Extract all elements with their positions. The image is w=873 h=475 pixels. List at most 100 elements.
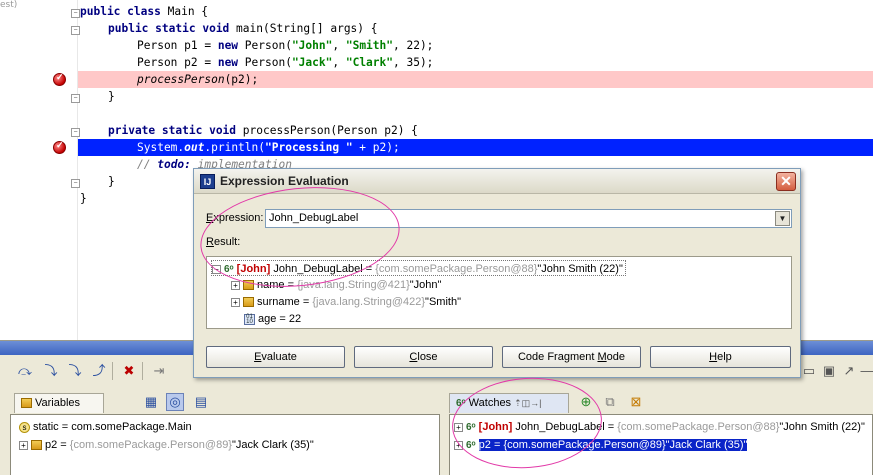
button-label: lose bbox=[417, 351, 438, 363]
watch-name: John_DebugLabel = bbox=[515, 421, 618, 433]
label-text: xpression: bbox=[213, 212, 264, 224]
code-token: static bbox=[161, 124, 203, 137]
toolbar-separator bbox=[112, 362, 113, 380]
glasses-icon: 6ᵒ bbox=[224, 264, 234, 275]
watch-type: {com.somePackage.Person@88} bbox=[617, 421, 780, 433]
tree-row[interactable]: s static = com.somePackage.Main bbox=[19, 419, 192, 435]
field-value: "John" bbox=[409, 279, 442, 291]
result-tree[interactable]: −6ᵒ [John] John_DebugLabel = {com.somePac… bbox=[206, 256, 792, 329]
selected-watch[interactable]: p2 = {com.somePackage.Person@89}"Jack Cl… bbox=[478, 439, 748, 451]
code-token: Main { bbox=[167, 5, 209, 18]
expand-icon[interactable]: + bbox=[454, 440, 463, 450]
duplicate-watch-icon[interactable]: ⧉ bbox=[601, 393, 619, 411]
glasses-icon: 6ᵒ bbox=[456, 398, 466, 409]
fold-marker[interactable]: − bbox=[71, 94, 80, 103]
fold-marker[interactable]: − bbox=[71, 26, 80, 35]
expression-input[interactable]: John_DebugLabel ▼ bbox=[265, 209, 792, 228]
code-token: "Clark" bbox=[345, 56, 393, 69]
gutter-text: est) bbox=[0, 0, 18, 10]
primitive-icon: 01 10 bbox=[244, 313, 255, 325]
code-token: , bbox=[332, 39, 346, 52]
tree-row[interactable]: +6ᵒ p2 = {com.somePackage.Person@89}"Jack… bbox=[454, 437, 748, 453]
fold-marker[interactable]: − bbox=[71, 9, 80, 18]
code-token: System. bbox=[137, 141, 185, 154]
code-token: todo: bbox=[157, 158, 191, 171]
chevron-down-icon[interactable]: ▼ bbox=[775, 211, 790, 226]
code-token: Person p1 = bbox=[137, 39, 218, 52]
run-to-cursor-icon[interactable]: ⇥ bbox=[150, 362, 168, 380]
settings-icon[interactable]: ▤ bbox=[192, 393, 210, 411]
tree-row[interactable]: 01 10 age = 22 bbox=[244, 311, 301, 327]
close-icon[interactable]: ✕ bbox=[776, 172, 796, 191]
code-token: // bbox=[137, 158, 158, 171]
variables-icon bbox=[21, 398, 32, 409]
collapse-icon[interactable]: − bbox=[212, 264, 221, 274]
fold-marker[interactable]: − bbox=[71, 128, 80, 137]
code-fragment-mode-button[interactable]: Code Fragment Mode bbox=[502, 346, 641, 368]
tree-row[interactable]: +6ᵒ [John] John_DebugLabel = {com.somePac… bbox=[454, 419, 865, 435]
remove-watch-icon[interactable]: ⊠ bbox=[627, 393, 645, 411]
tree-row[interactable]: + name = {java.lang.String@421}"John" bbox=[231, 277, 441, 293]
variables-tree[interactable]: s static = com.somePackage.Main + p2 = {co… bbox=[10, 414, 440, 475]
expression-value[interactable]: John_DebugLabel bbox=[269, 212, 358, 224]
add-watch-icon[interactable]: ⊕ bbox=[577, 393, 595, 411]
code-token: main(String[] args) { bbox=[236, 22, 378, 35]
watch-type: {com.somePackage.Person@89} bbox=[503, 439, 666, 451]
code-line: processPerson(p2); bbox=[137, 71, 258, 88]
code-token: "Processing " bbox=[265, 141, 353, 154]
code-line: public static void main(String[] args) { bbox=[108, 20, 378, 37]
expand-icon[interactable]: + bbox=[19, 440, 28, 450]
toolbar-separator bbox=[142, 362, 143, 380]
force-step-into-icon[interactable]: ⤵ bbox=[66, 362, 84, 380]
button-label: valuate bbox=[261, 351, 297, 363]
field-icon bbox=[243, 280, 254, 291]
expand-icon[interactable]: + bbox=[231, 297, 240, 307]
watch-toggle-icon[interactable]: ◎ bbox=[166, 393, 184, 411]
code-token: Person( bbox=[238, 56, 292, 69]
pin-icon[interactable]: ↗ bbox=[840, 362, 858, 380]
static-icon: s bbox=[19, 421, 30, 433]
watches-tab[interactable]: 6ᵒ Watches ⇡◫→| bbox=[449, 393, 569, 413]
code-token: , bbox=[332, 56, 346, 69]
field-value: "Smith" bbox=[425, 296, 461, 308]
expand-icon[interactable]: + bbox=[454, 422, 463, 432]
variables-tab[interactable]: Variables ⇡◫→| bbox=[14, 393, 104, 426]
help-button[interactable]: Help bbox=[650, 346, 791, 368]
code-line: } bbox=[108, 175, 115, 188]
drop-frame-icon[interactable]: ✖ bbox=[120, 362, 138, 380]
evaluate-button[interactable]: Evaluate bbox=[206, 346, 345, 368]
watch-table-icon[interactable]: ▦ bbox=[142, 393, 160, 411]
code-token: new bbox=[217, 39, 239, 52]
button-label: ode bbox=[606, 351, 625, 363]
tree-row[interactable]: + surname = {java.lang.String@422}"Smith" bbox=[231, 294, 461, 310]
code-line: } bbox=[108, 90, 115, 103]
code-line: } bbox=[80, 192, 87, 205]
step-into-icon[interactable]: ⤵ bbox=[42, 362, 60, 380]
code-token: , 35); bbox=[393, 56, 434, 69]
editor-gutter[interactable]: est) bbox=[0, 0, 78, 340]
field-type: {java.lang.String@422} bbox=[312, 296, 426, 308]
code-line: Person p2 = new Person("Jack", "Clark", … bbox=[137, 54, 433, 71]
watches-tree[interactable]: +6ᵒ [John] John_DebugLabel = {com.somePac… bbox=[449, 414, 873, 475]
code-token: class bbox=[127, 5, 161, 18]
mnemonic: R bbox=[206, 236, 214, 248]
tree-row[interactable]: + p2 = {com.somePackage.Person@89}"Jack C… bbox=[19, 437, 314, 453]
expand-icon[interactable]: + bbox=[231, 280, 240, 290]
breakpoint-icon[interactable] bbox=[53, 140, 66, 154]
code-token: "John" bbox=[291, 39, 333, 52]
layout-icon[interactable]: ▣ bbox=[820, 362, 838, 380]
restore-icon[interactable]: ▭ bbox=[800, 362, 818, 380]
close-button[interactable]: Close bbox=[354, 346, 493, 368]
step-over-icon[interactable]: ⤼ bbox=[16, 362, 34, 380]
field-icon bbox=[31, 440, 42, 451]
minimize-icon[interactable]: — bbox=[858, 362, 873, 380]
variables-tab-label: Variables bbox=[35, 397, 81, 409]
dialog-title-bar[interactable]: IJ Expression Evaluation ✕ bbox=[194, 169, 800, 194]
breakpoint-icon[interactable] bbox=[53, 72, 66, 86]
mnemonic: H bbox=[709, 351, 718, 363]
step-out-icon[interactable]: ⤴ bbox=[90, 362, 108, 380]
watch-value: "John Smith (22)" bbox=[779, 421, 865, 433]
tree-row[interactable]: −6ᵒ [John] John_DebugLabel = {com.somePac… bbox=[211, 260, 626, 276]
fold-marker[interactable]: − bbox=[71, 179, 80, 188]
tab-actions-icon[interactable]: ⇡◫→| bbox=[514, 398, 541, 408]
